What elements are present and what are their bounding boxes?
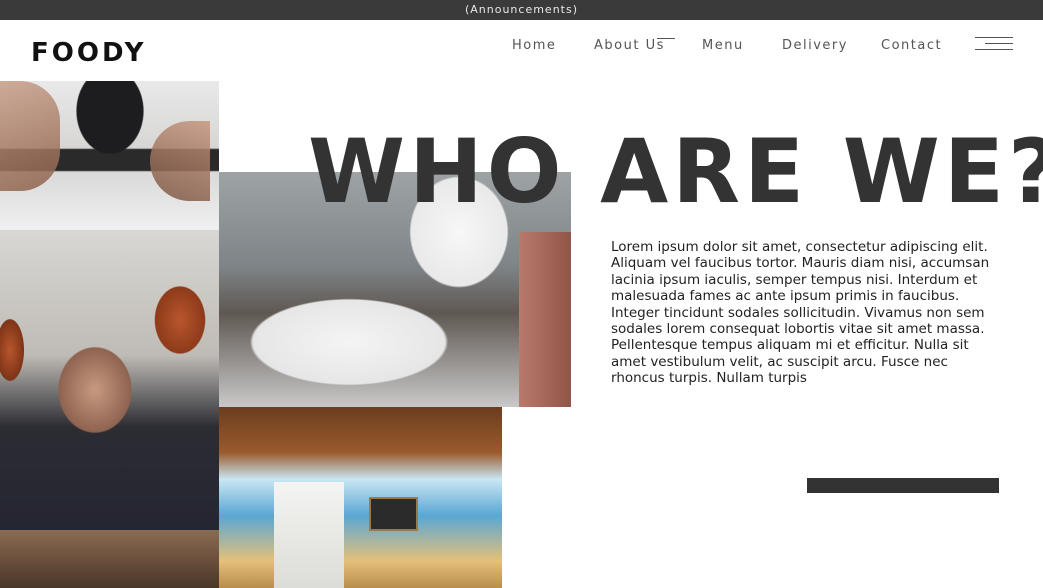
nav-menu[interactable]: Menu: [702, 38, 744, 53]
active-nav-indicator: [657, 38, 675, 39]
announcement-bar: (Announcements): [0, 0, 1043, 20]
cafe-counter-photo: [219, 407, 502, 588]
hamburger-icon[interactable]: [975, 37, 1015, 55]
nav-about-us[interactable]: About Us: [594, 38, 665, 53]
nav-home[interactable]: Home: [512, 38, 556, 53]
main-nav: Home About Us Menu Delivery Contact: [0, 38, 1043, 58]
nav-delivery[interactable]: Delivery: [782, 38, 848, 53]
chef-plating-photo: [0, 81, 219, 230]
site-header: FOODY Home About Us Menu Delivery Contac…: [0, 20, 1043, 81]
chef-under-heat-lamps-photo: [0, 230, 219, 588]
about-body-text: Lorem ipsum dolor sit amet, consectetur …: [611, 239, 990, 387]
page-title: WHO ARE WE?: [308, 120, 1043, 223]
accent-bar-button[interactable]: [807, 478, 999, 493]
nav-contact[interactable]: Contact: [881, 38, 942, 53]
announcement-text[interactable]: (Announcements): [465, 3, 578, 16]
